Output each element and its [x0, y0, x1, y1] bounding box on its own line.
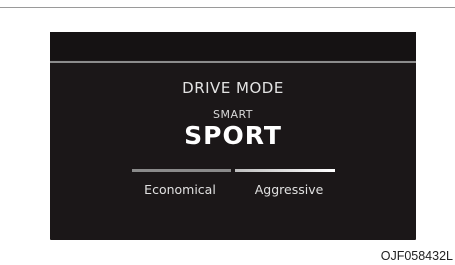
mode-name: SPORT — [184, 121, 282, 150]
economical-label: Economical — [144, 182, 216, 197]
drive-mode-title: DRIVE MODE — [182, 79, 284, 97]
display-top-bar — [50, 32, 416, 60]
aggressive-label: Aggressive — [254, 182, 324, 197]
figure-code: OJF058432L — [380, 249, 453, 263]
gauge-labels: Economical Aggressive — [50, 182, 416, 198]
cluster-display: DRIVE MODE SMART SPORT Economical Aggres… — [50, 32, 416, 240]
economical-gauge-bar — [132, 169, 231, 172]
aggressive-gauge-bar — [235, 169, 335, 172]
display-divider — [50, 61, 416, 63]
manual-illustration: DRIVE MODE SMART SPORT Economical Aggres… — [0, 0, 455, 265]
mode-subtitle: SMART — [212, 108, 254, 121]
top-rule — [0, 7, 455, 8]
